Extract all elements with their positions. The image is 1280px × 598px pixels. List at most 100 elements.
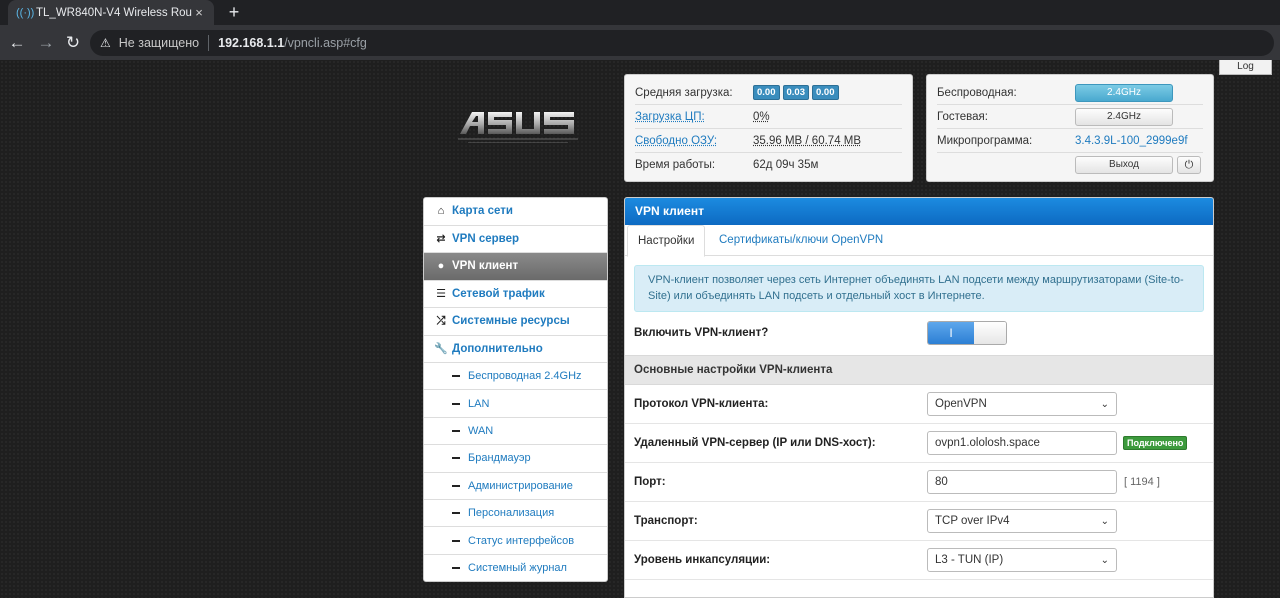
encap-label: Уровень инкапсуляции: [634, 554, 771, 566]
browser-tabbar: ((·)) TL_WR840N-V4 Wireless Router × + [0, 0, 1280, 25]
sidebar-sub-label: Системный журнал [468, 562, 567, 575]
sidebar-item-label: Дополнительно [452, 342, 543, 355]
sidebar-item-resources[interactable]: ⤮ Системные ресурсы [424, 308, 607, 336]
vpn-client-panel: VPN клиент Настройки Сертификаты/ключи O… [624, 197, 1214, 598]
guest-24ghz-button[interactable]: 2.4GHz [1075, 107, 1173, 126]
transport-value: TCP over IPv4 [935, 515, 1010, 527]
dash-icon [452, 484, 460, 487]
load-row: Средняя загрузка: 0.00 0.03 0.00 [635, 81, 902, 105]
wrench-icon: 🔧 [434, 343, 448, 356]
tab-settings[interactable]: Настройки [627, 225, 706, 257]
tab-title: TL_WR840N-V4 Wireless Router [36, 6, 192, 19]
load-badge-3: 0.00 [812, 85, 839, 100]
tab-openvpn-keys[interactable]: Сертификаты/ключи OpenVPN [709, 225, 893, 257]
warning-icon[interactable]: ⚠ [100, 36, 111, 50]
sidebar-item-label: VPN сервер [452, 232, 519, 245]
load-label: Средняя загрузка: [635, 86, 733, 99]
random-icon: ⤮ [436, 314, 446, 327]
wireless-24ghz-button[interactable]: 2.4GHz [1075, 83, 1173, 102]
exit-button[interactable]: Выход [1075, 156, 1173, 174]
url-host: 192.168.1.1 [218, 36, 285, 50]
server-value: ovpn1.ololosh.space [935, 437, 1040, 449]
dash-icon [452, 457, 460, 460]
sidebar-sub-wireless[interactable]: Беспроводная 2.4GHz [424, 363, 607, 391]
sidebar-item-advanced[interactable]: 🔧 Дополнительно [424, 335, 607, 363]
reload-icon[interactable]: ↻ [62, 32, 84, 54]
cpu-link[interactable]: Загрузка ЦП: [635, 111, 753, 123]
new-tab-button[interactable]: + [224, 2, 244, 22]
transport-select[interactable]: TCP over IPv4 ⌄ [927, 509, 1117, 533]
sidebar-sub-label: Беспроводная 2.4GHz [468, 370, 582, 383]
firmware-link[interactable]: 3.4.3.9L-100_2999e9f [1075, 135, 1188, 147]
back-arrow-icon[interactable]: ← [6, 32, 28, 54]
ram-link[interactable]: Свободно ОЗУ: [635, 135, 753, 147]
section-basic-settings: Основные настройки VPN-клиента [625, 355, 1213, 385]
sidebar-item-network-map[interactable]: ⌂ Карта сети [424, 198, 607, 226]
transport-row: Транспорт: TCP over IPv4 ⌄ [625, 502, 1213, 541]
firmware-row: Микропрограмма: 3.4.3.9L-100_2999e9f [937, 129, 1203, 153]
power-icon[interactable]: ⏻ [1177, 156, 1201, 174]
chevron-down-icon: ⌄ [1100, 398, 1109, 410]
browser-tab[interactable]: ((·)) TL_WR840N-V4 Wireless Router × [8, 0, 214, 25]
url-bar[interactable]: ⚠ Не защищено 192.168.1.1 /vpncli.asp#cf… [90, 30, 1274, 56]
sidebar-sub-admin[interactable]: Администрирование [424, 473, 607, 500]
cpu-row: Загрузка ЦП: 0% [635, 105, 902, 129]
dash-icon [452, 375, 460, 378]
sidebar-sub-interfaces[interactable]: Статус интерфейсов [424, 527, 607, 555]
wireless-label: Беспроводная: [937, 86, 1017, 99]
enable-vpn-label: Включить VPN-клиент? [634, 326, 769, 339]
address-toolbar: ← → ↻ ⚠ Не защищено 192.168.1.1 /vpncli.… [0, 25, 1280, 60]
sidebar-item-vpn-server[interactable]: ⇄ VPN сервер [424, 225, 607, 253]
enable-vpn-row: Включить VPN-клиент? I [625, 312, 1213, 353]
protocol-value: OpenVPN [935, 398, 987, 410]
chevron-down-icon: ⌄ [1100, 515, 1109, 527]
protocol-row: Протокол VPN-клиента: OpenVPN ⌄ [625, 385, 1213, 424]
sidebar-item-label: Карта сети [452, 205, 513, 218]
guest-label: Гостевая: [937, 110, 988, 123]
sidebar-sub-lan[interactable]: LAN [424, 390, 607, 418]
sidebar-sub-firewall[interactable]: Брандмауэр [424, 445, 607, 473]
uptime-value: 62д 09ч 35м [753, 159, 819, 171]
log-button[interactable]: Log [1219, 60, 1272, 75]
port-input[interactable]: 80 [927, 470, 1117, 494]
sidebar-sub-syslog[interactable]: Системный журнал [424, 555, 607, 581]
encap-row: Уровень инкапсуляции: L3 - TUN (IP) ⌄ [625, 541, 1213, 580]
sidebar-item-vpn-client[interactable]: ● VPN клиент [424, 253, 607, 281]
cpu-value: 0% [753, 110, 770, 123]
panel-tabs: Настройки Сертификаты/ключи OpenVPN [625, 225, 1213, 257]
port-row: Порт: 80 [ 1194 ] [625, 463, 1213, 502]
exit-row: Выход ⏻ [937, 153, 1203, 177]
sidebar-sub-label: Персонализация [468, 507, 555, 520]
sidebar-sub-personalization[interactable]: Персонализация [424, 500, 607, 528]
close-tab-icon[interactable]: × [192, 5, 206, 20]
sidebar-sub-label: Брандмауэр [468, 452, 531, 465]
list-icon: ☰ [436, 288, 446, 301]
port-value: 80 [935, 476, 948, 488]
load-badge-2: 0.03 [782, 85, 809, 100]
toggle-on-part: I [928, 321, 974, 344]
system-status-panel: Средняя загрузка: 0.00 0.03 0.00 Загрузка … [624, 74, 913, 182]
sidebar-sub-label: Статус интерфейсов [468, 534, 575, 547]
uptime-label: Время работы: [635, 159, 716, 171]
security-label[interactable]: Не защищено [119, 36, 199, 50]
ram-row: Свободно ОЗУ: 35.96 MB / 60.74 MB [635, 129, 902, 153]
sidebar-item-traffic[interactable]: ☰ Сетевой трафик [424, 280, 607, 308]
sidebar-sub-label: LAN [468, 397, 490, 410]
sidebar-sub-wan[interactable]: WAN [424, 418, 607, 446]
retweet-icon: ⇄ [436, 233, 446, 246]
wireless-row: Беспроводная: 2.4GHz [937, 81, 1203, 105]
encap-select[interactable]: L3 - TUN (IP) ⌄ [927, 548, 1117, 572]
dash-icon [452, 539, 460, 542]
connection-status-badge: Подключено [1123, 436, 1188, 450]
server-input[interactable]: ovpn1.ololosh.space [927, 431, 1117, 455]
url-path: /vpncli.asp#cfg [284, 36, 367, 50]
guest-row: Гостевая: 2.4GHz [937, 105, 1203, 129]
protocol-select[interactable]: OpenVPN ⌄ [927, 392, 1117, 416]
enable-vpn-toggle[interactable]: I [927, 320, 1007, 345]
forward-arrow-icon[interactable]: → [35, 32, 57, 54]
sidebar-item-label: Сетевой трафик [452, 287, 545, 300]
load-values: 0.00 0.03 0.00 [753, 85, 842, 100]
ram-value: 35.96 MB / 60.74 MB [753, 134, 862, 147]
dash-icon [452, 567, 460, 570]
dash-icon [452, 402, 460, 405]
